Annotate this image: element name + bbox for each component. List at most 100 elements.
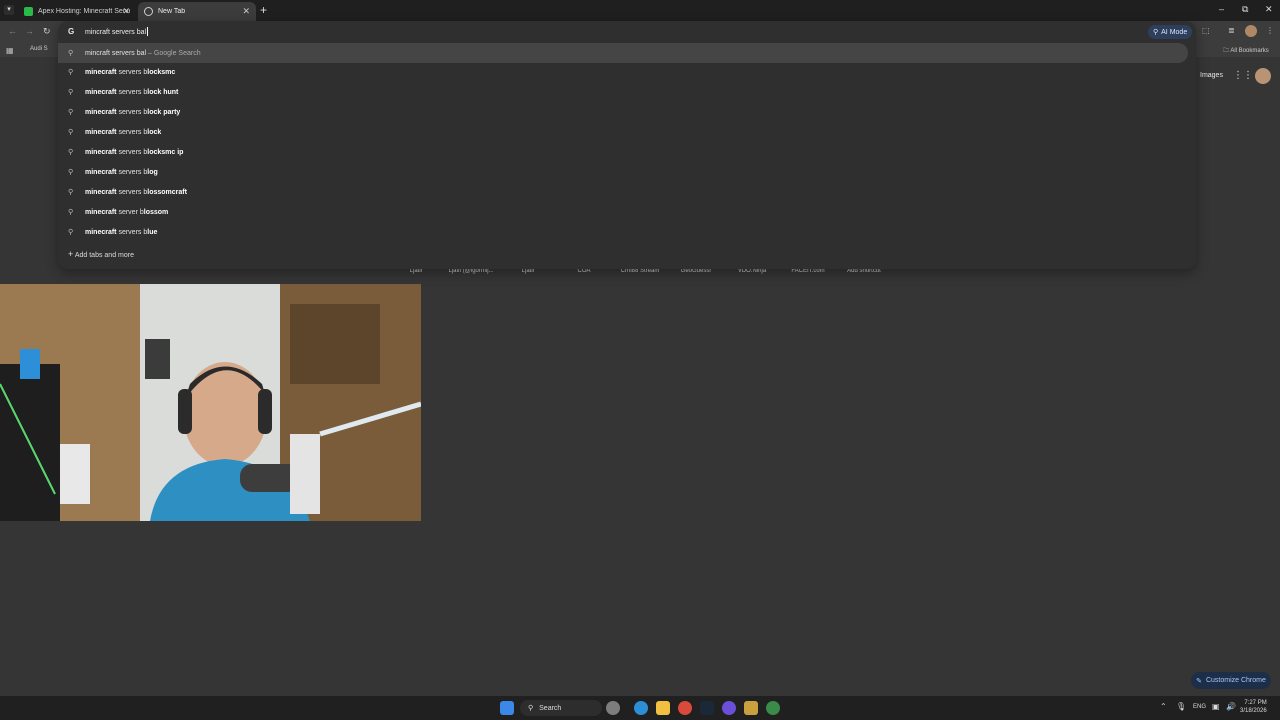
webcam-image [0, 284, 421, 521]
address-input[interactable]: mincraft servers bal [85, 27, 149, 36]
volume-icon[interactable]: 🔊 [1226, 702, 1236, 711]
address-text: mincraft servers bal [85, 29, 147, 36]
suggestion-item[interactable]: ⚲ minecraft server blossom [58, 202, 1188, 222]
suggestion-item[interactable]: ⚲ minecraft servers blocksmc [58, 62, 1188, 82]
suggestion-item[interactable]: ⚲ minecraft servers block party [58, 102, 1188, 122]
search-icon: ⚲ [68, 229, 74, 236]
images-link[interactable]: Images [1200, 72, 1223, 79]
close-window-button[interactable]: ✕ [1265, 4, 1273, 15]
suggestion-google-search[interactable]: ⚲ mincraft servers bal – Google Search [58, 43, 1188, 63]
menu-icon[interactable]: ⋮ [1266, 26, 1274, 35]
suggestion-text-part: minecraft [85, 108, 117, 116]
suggestion-text-part: minecraft [85, 188, 117, 196]
suggestion-text-part: minecraft [85, 228, 117, 236]
apps-icon[interactable]: ▦ [6, 46, 14, 55]
suggestion-text-part: servers b [116, 188, 148, 196]
suggestion-query: mincraft servers bal [85, 49, 147, 57]
google-account-avatar[interactable] [1255, 68, 1271, 84]
taskbar-search[interactable]: ⚲ Search [520, 700, 602, 716]
suggestion-text-part: servers b [116, 68, 148, 76]
google-icon: G [68, 27, 75, 36]
suggestion-dash: – [148, 49, 152, 57]
search-icon: ⚲ [68, 69, 74, 76]
suggestion-item[interactable]: ⚲ minecraft servers blocksmc ip [58, 142, 1188, 162]
profile-avatar[interactable] [1245, 25, 1257, 37]
discord-icon[interactable] [722, 701, 736, 715]
extensions-icon[interactable]: ⬚ [1202, 26, 1210, 35]
suggestion-item[interactable]: ⚲ minecraft servers blue [58, 222, 1188, 242]
suggestion-item[interactable]: ⚲ minecraft servers blossomcraft [58, 182, 1188, 202]
search-icon: ⚲ [528, 705, 534, 712]
suggestion-text-part: server b [116, 208, 144, 216]
tray-chevron-icon[interactable]: ⌃ [1160, 702, 1167, 711]
edge-icon[interactable] [634, 701, 648, 715]
suggestion-text-part: servers b [116, 148, 148, 156]
suggestion-text-part: lock party [147, 108, 181, 116]
new-tab-button[interactable]: + [260, 3, 267, 17]
clock-time: 7:27 PM [1244, 700, 1267, 706]
network-icon[interactable]: ▣ [1212, 702, 1220, 711]
tab-title: New Tab [158, 8, 186, 15]
search-icon: ⚲ [68, 169, 74, 176]
search-icon: ⚲ [68, 109, 74, 116]
bookmark-item[interactable]: Audi S [30, 46, 48, 52]
tab-apex-hosting[interactable]: Apex Hosting: Minecraft Server ✕ [18, 2, 136, 21]
taskbar-search-label: Search [539, 704, 562, 712]
search-icon: ⚲ [68, 209, 74, 216]
suggestion-text-part: servers b [116, 228, 148, 236]
suggestion-text-part: minecraft [85, 168, 117, 176]
suggestion-text-part: servers b [116, 128, 148, 136]
restore-button[interactable]: ⧉ [1242, 4, 1248, 15]
suggestion-item[interactable]: ⚲ minecraft servers block hunt [58, 82, 1188, 102]
windows-taskbar: ⚲ Search ⌃ ENG 🎙 ▣ 🔊 7:27 PM 3/18/2026 [0, 696, 1280, 720]
suggestion-text-part: log [147, 168, 158, 176]
plus-icon: + [68, 249, 74, 259]
forward-icon[interactable]: → [25, 26, 34, 36]
minimize-button[interactable]: – [1219, 4, 1224, 14]
all-bookmarks-button[interactable]: 🗀 All Bookmarks [1223, 46, 1269, 56]
language-indicator[interactable]: ENG [1193, 704, 1206, 710]
pencil-icon: ✎ [1196, 677, 1202, 685]
suggestion-text-part: minecraft [85, 208, 117, 216]
suggestion-text-part: minecraft [85, 68, 117, 76]
suggestion-text-part: locksmc ip [147, 148, 184, 156]
system-clock[interactable]: 7:27 PM 3/18/2026 [1240, 699, 1267, 715]
suggestion-text-part: minecraft [85, 128, 117, 136]
ai-mode-icon: ⚲ [1153, 29, 1159, 36]
reload-icon[interactable]: ↻ [43, 26, 51, 37]
reading-list-icon[interactable]: ≣ [1228, 26, 1235, 35]
league-icon[interactable] [744, 701, 758, 715]
search-icon: ⚲ [68, 189, 74, 196]
suggestion-text-part: lossom [143, 208, 169, 216]
ai-mode-label: AI Mode [1161, 28, 1188, 36]
start-icon[interactable] [500, 701, 514, 715]
back-icon[interactable]: ← [8, 26, 17, 36]
clock-date: 3/18/2026 [1240, 708, 1267, 714]
tab-new-tab[interactable]: New Tab ✕ [138, 2, 256, 21]
tab-search-button[interactable]: ▾ [4, 5, 14, 15]
tab-close-icon[interactable]: ✕ [122, 6, 130, 17]
microphone-icon[interactable]: 🎙 [1176, 702, 1186, 711]
suggestion-item[interactable]: ⚲ minecraft servers block [58, 122, 1188, 142]
widgets-icon[interactable] [606, 701, 620, 715]
tab-close-icon[interactable]: ✕ [242, 6, 250, 17]
suggestion-text-part: lossomcraft [147, 188, 187, 196]
address-bar[interactable]: G mincraft servers bal ⚲ AI Mode [58, 21, 1196, 43]
chrome-favicon-icon [144, 7, 153, 16]
search-icon: ⚲ [68, 50, 74, 57]
omnibox-dropdown: G mincraft servers bal ⚲ AI Mode ⚲ mincra… [58, 21, 1196, 269]
tab-title: Apex Hosting: Minecraft Server [38, 8, 130, 15]
chrome-active-icon[interactable] [766, 701, 780, 715]
chrome-icon[interactable] [678, 701, 692, 715]
file-explorer-icon[interactable] [656, 701, 670, 715]
steam-icon[interactable] [700, 701, 714, 715]
customize-chrome-button[interactable]: ✎ Customize Chrome [1191, 672, 1271, 689]
tab-strip: ▾ Apex Hosting: Minecraft Server ✕ New T… [0, 0, 1280, 21]
search-icon: ⚲ [68, 89, 74, 96]
add-tabs-button[interactable]: + Add tabs and more [68, 249, 134, 259]
suggestion-text-part: servers b [116, 108, 148, 116]
suggestion-item[interactable]: ⚲ minecraft servers blog [58, 162, 1188, 182]
ai-mode-button[interactable]: ⚲ AI Mode [1148, 25, 1193, 39]
suggestion-text-part: lock hunt [147, 88, 179, 96]
suggestion-suffix: Google Search [153, 49, 201, 57]
